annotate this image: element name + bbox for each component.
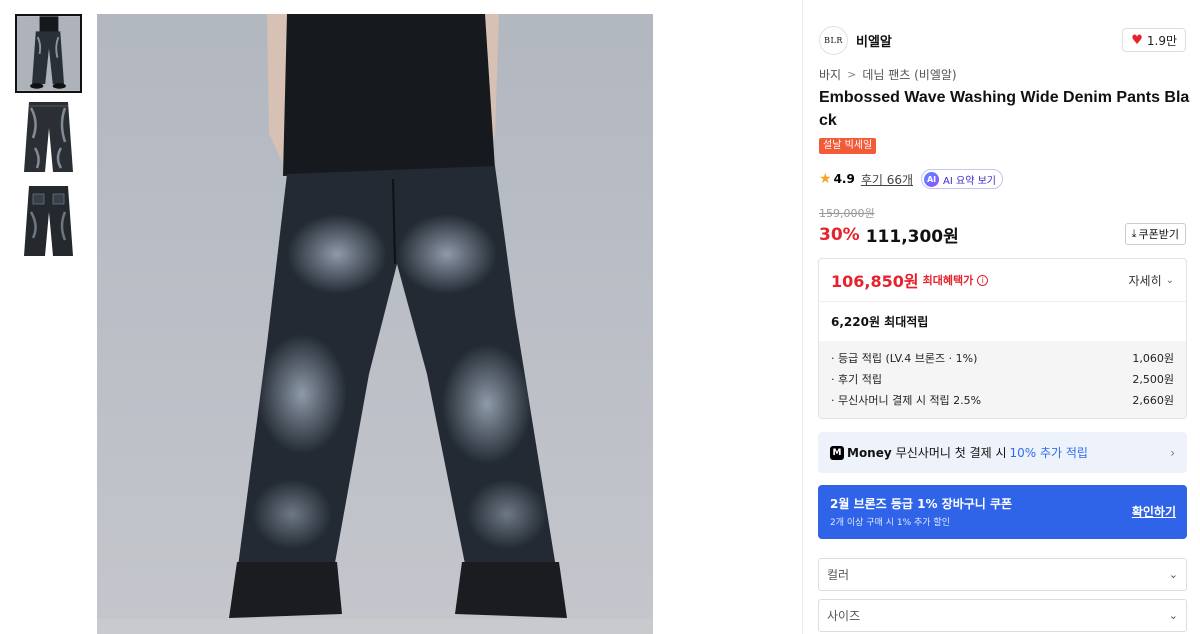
chevron-right-icon: › bbox=[1170, 445, 1175, 460]
max-benefit-row: 106,850원 최대혜택가 i 자세히 ⌄ bbox=[819, 259, 1186, 302]
star-icon: ★ bbox=[819, 171, 832, 187]
price-row: 30% 111,300원 bbox=[819, 222, 959, 248]
money-banner[interactable]: M Money 무신사머니 첫 결제 시 10% 추가 적립 › bbox=[818, 432, 1187, 473]
color-select[interactable]: 컬러 ⌄ bbox=[818, 558, 1187, 591]
money-banner-accent: 10% 추가 적립 bbox=[1009, 446, 1088, 460]
benefit-box: 106,850원 최대혜택가 i 자세히 ⌄ 6,220원 최대적립 · 등급 … bbox=[818, 258, 1187, 419]
size-select-placeholder: 사이즈 bbox=[827, 609, 861, 623]
chevron-right-icon: > bbox=[847, 68, 857, 81]
money-brand-word: Money bbox=[847, 445, 892, 460]
detail-label: 자세히 bbox=[1128, 273, 1162, 288]
points-value: 2,500원 bbox=[1132, 372, 1174, 386]
sale-tag: 설날 빅세일 bbox=[819, 138, 877, 154]
ai-summary-label: AI 요약 보기 bbox=[943, 175, 996, 187]
points-label: · 등급 적립 (LV.4 브론즈 · 1%) bbox=[831, 351, 978, 365]
points-value: 1,060원 bbox=[1132, 351, 1174, 365]
info-icon[interactable]: i bbox=[977, 274, 989, 286]
model-jeans-photo bbox=[97, 14, 653, 634]
points-row: · 무신사머니 결제 시 적립 2.5% 2,660원 bbox=[831, 389, 1174, 410]
original-price: 159,000원 bbox=[819, 207, 875, 220]
points-label: · 무신사머니 결제 시 적립 2.5% bbox=[831, 393, 982, 407]
rating-value: 4.9 bbox=[833, 172, 855, 186]
breadcrumb: 바지 > 데님 팬츠 (비엘알) bbox=[819, 66, 957, 83]
coupon-banner-subtitle: 2개 이상 구매 시 1% 추가 할인 bbox=[830, 518, 950, 528]
product-page: BLR 비엘알 ♥ 1.9만 바지 > 데님 팬츠 (비엘알) Embossed… bbox=[0, 0, 1200, 634]
rating-row: ★ 4.9 후기 66개 AI AI 요약 보기 bbox=[819, 168, 1003, 190]
download-icon: ⤓ bbox=[1131, 227, 1137, 240]
chevron-down-icon: ⌄ bbox=[1168, 609, 1178, 622]
detail-toggle[interactable]: 자세히 ⌄ bbox=[1128, 272, 1174, 289]
thumbnail-model-image bbox=[17, 16, 80, 91]
points-title: 6,220원 최대적립 bbox=[831, 315, 929, 329]
reviews-link[interactable]: 후기 66개 bbox=[861, 171, 913, 188]
chevron-down-icon: ⌄ bbox=[1165, 274, 1174, 286]
points-value: 2,660원 bbox=[1132, 393, 1174, 407]
max-benefit-label: 최대혜택가 bbox=[922, 274, 974, 287]
sale-price: 111,300원 bbox=[865, 227, 959, 247]
money-logo-icon: M bbox=[830, 445, 844, 460]
thumbnail-jeans-front-image bbox=[15, 98, 82, 177]
thumbnail-gallery bbox=[15, 14, 82, 266]
thumbnail-3[interactable] bbox=[15, 182, 82, 261]
like-button[interactable]: ♥ 1.9만 bbox=[1122, 28, 1186, 52]
chevron-down-icon: ⌄ bbox=[1168, 568, 1178, 581]
heart-icon: ♥ bbox=[1131, 32, 1143, 48]
points-row: · 등급 적립 (LV.4 브론즈 · 1%) 1,060원 bbox=[831, 347, 1174, 368]
coupon-button-label: 쿠폰받기 bbox=[1138, 228, 1179, 241]
points-row: · 후기 적립 2,500원 bbox=[831, 368, 1174, 389]
max-benefit-price: 106,850원 bbox=[831, 272, 919, 291]
thumbnail-jeans-back-image bbox=[15, 182, 82, 261]
coupon-confirm-link[interactable]: 확인하기 bbox=[1132, 503, 1176, 520]
color-select-placeholder: 컬러 bbox=[827, 568, 850, 582]
points-label: · 후기 적립 bbox=[831, 372, 882, 386]
money-banner-text: 무신사머니 첫 결제 시 bbox=[895, 446, 1007, 460]
coupon-button[interactable]: ⤓ 쿠폰받기 bbox=[1124, 223, 1186, 245]
breadcrumb-item-pants[interactable]: 바지 bbox=[819, 66, 841, 83]
discount-rate: 30% bbox=[819, 224, 860, 245]
coupon-banner-title: 2월 브론즈 등급 1% 장바구니 쿠폰 bbox=[830, 497, 1013, 511]
thumbnail-2[interactable] bbox=[15, 98, 82, 177]
coupon-banner: 2월 브론즈 등급 1% 장바구니 쿠폰 2개 이상 구매 시 1% 추가 할인… bbox=[818, 485, 1187, 539]
brand-row: BLR 비엘알 ♥ 1.9만 bbox=[819, 25, 1186, 55]
product-info-panel: BLR 비엘알 ♥ 1.9만 바지 > 데님 팬츠 (비엘알) Embossed… bbox=[802, 0, 1200, 634]
size-select[interactable]: 사이즈 ⌄ bbox=[818, 599, 1187, 632]
brand-logo[interactable]: BLR bbox=[819, 25, 848, 55]
like-count: 1.9만 bbox=[1146, 33, 1177, 48]
thumbnail-1[interactable] bbox=[15, 14, 82, 93]
breadcrumb-item-denim[interactable]: 데님 팬츠 (비엘알) bbox=[862, 66, 956, 83]
ai-icon: AI bbox=[924, 171, 940, 187]
main-product-image[interactable] bbox=[97, 14, 653, 634]
ai-summary-button[interactable]: AI AI 요약 보기 bbox=[921, 169, 1003, 189]
brand-name[interactable]: 비엘알 bbox=[856, 31, 892, 50]
points-list: · 등급 적립 (LV.4 브론즈 · 1%) 1,060원 · 후기 적립 2… bbox=[819, 341, 1186, 418]
product-title: Embossed Wave Washing Wide Denim Pants B… bbox=[819, 89, 1190, 129]
